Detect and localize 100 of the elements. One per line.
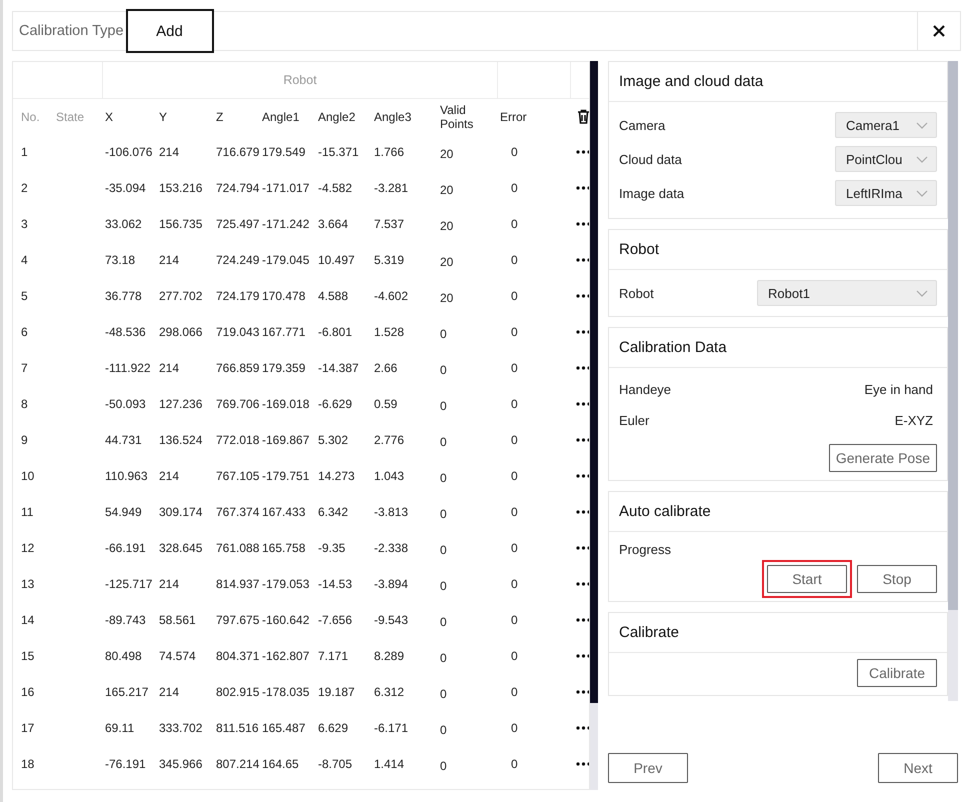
table-cell: 0	[440, 579, 447, 593]
field-label: Robot	[619, 286, 654, 300]
field-label: Handeye	[619, 382, 672, 397]
action-button[interactable]: Generate Pose	[828, 444, 937, 472]
column-header: Angle3	[373, 108, 412, 126]
more-icon[interactable]	[576, 186, 589, 190]
table-cell: 767.105	[216, 469, 260, 483]
table-cell: 769.706	[216, 397, 260, 411]
table-cell: 811.516	[216, 721, 258, 735]
table-cell: 73.18	[105, 253, 136, 267]
dropdown[interactable]: Robot1	[757, 280, 937, 306]
table-cell: -179.045	[262, 253, 310, 267]
dropdown[interactable]: Camera1	[835, 112, 937, 138]
table-cell: 6.342	[318, 505, 348, 519]
table-cell: 0	[511, 685, 518, 699]
table-cell: -7.656	[318, 613, 352, 627]
table-cell: 724.249	[216, 253, 260, 267]
table-cell: 333.702	[159, 721, 202, 735]
table-cell: 5	[21, 289, 28, 303]
next-button[interactable]: Next	[878, 753, 958, 783]
table-cell: 0	[440, 723, 447, 737]
table-cell: 8	[21, 397, 28, 411]
table-cell: 0	[511, 433, 518, 447]
table-cell: 1	[21, 145, 28, 159]
trash-icon[interactable]	[577, 109, 589, 124]
table-cell: 0	[440, 471, 447, 485]
table-cell: -14.387	[318, 361, 359, 375]
dropdown[interactable]: LeftIRIma	[835, 180, 937, 206]
action-button[interactable]: Calibrate	[857, 659, 937, 687]
prev-button[interactable]: Prev	[608, 753, 688, 783]
scrollbar[interactable]	[948, 61, 958, 701]
more-icon[interactable]	[576, 546, 589, 550]
table-cell: 0	[511, 721, 518, 735]
table-cell: 716.679	[216, 145, 260, 159]
table-cell: -3.813	[374, 505, 408, 519]
table-cell: 18	[21, 757, 34, 771]
table-cell: 7.537	[374, 217, 404, 231]
table-cell: 3.664	[318, 217, 348, 231]
table-cell: -14.53	[318, 577, 352, 591]
table-cell: -15.371	[318, 145, 359, 159]
table-cell: -3.281	[374, 181, 408, 195]
table-cell: 11	[21, 505, 34, 519]
more-icon[interactable]	[576, 690, 589, 694]
scrollbar[interactable]	[590, 61, 598, 790]
table-cell: 54.949	[105, 505, 142, 519]
table-cell: 0	[511, 469, 518, 483]
more-icon[interactable]	[576, 402, 589, 406]
more-icon[interactable]	[576, 582, 589, 586]
column-header: Error	[499, 108, 528, 126]
table-cell: 6	[21, 325, 28, 339]
action-button[interactable]: Start	[767, 565, 847, 593]
more-icon[interactable]	[576, 618, 589, 622]
more-icon[interactable]	[576, 438, 589, 442]
more-icon[interactable]	[576, 258, 589, 262]
table-cell: 170.478	[262, 289, 306, 303]
table-cell: 214	[159, 145, 180, 159]
more-icon[interactable]	[576, 474, 589, 478]
table-cell: -2.338	[374, 541, 408, 555]
table-cell: 9	[21, 433, 28, 447]
table-cell: 0	[440, 363, 447, 377]
table-cell: 214	[159, 469, 180, 483]
table-cell: 3	[21, 217, 28, 231]
more-icon[interactable]	[576, 150, 589, 154]
dropdown-value: LeftIRIma	[846, 186, 902, 200]
table-cell: 807.214	[216, 757, 260, 771]
table-cell: 724.179	[216, 289, 260, 303]
more-icon[interactable]	[576, 762, 589, 766]
table-cell: 797.675	[216, 613, 260, 627]
column-header: Valid Points	[439, 102, 474, 132]
table-cell: -171.242	[262, 217, 310, 231]
action-button[interactable]: Stop	[857, 565, 937, 593]
table-cell: 74.574	[159, 649, 196, 663]
progress-label: Progress	[619, 541, 672, 559]
table-cell: 0	[511, 325, 518, 339]
more-icon[interactable]	[576, 366, 589, 370]
table-cell: 20	[440, 183, 454, 197]
more-icon[interactable]	[576, 330, 589, 334]
table-cell: -106.076	[105, 145, 152, 159]
table-cell: 44.731	[105, 433, 142, 447]
table-cell: -3.894	[374, 577, 408, 591]
more-icon[interactable]	[576, 726, 589, 730]
table-cell: 298.066	[159, 325, 202, 339]
table-cell: 804.371	[216, 649, 260, 663]
table-cell: -169.867	[262, 433, 310, 447]
add-button[interactable]: Add	[126, 9, 214, 53]
table-cell: 164.65	[262, 757, 299, 771]
table-cell: -171.017	[262, 181, 310, 195]
more-icon[interactable]	[576, 654, 589, 658]
table-cell: -89.743	[105, 613, 146, 627]
close-icon[interactable]	[933, 25, 945, 37]
more-icon[interactable]	[576, 510, 589, 514]
more-icon[interactable]	[576, 222, 589, 226]
dropdown[interactable]: PointClou	[835, 146, 937, 172]
table-cell: 153.216	[159, 181, 202, 195]
table-cell: 0	[440, 327, 447, 341]
more-icon[interactable]	[576, 294, 589, 298]
table-cell: -6.629	[318, 397, 352, 411]
table-cell: 8.289	[374, 649, 404, 663]
table-cell: 724.794	[216, 181, 260, 195]
table-cell: 4.588	[318, 289, 348, 303]
